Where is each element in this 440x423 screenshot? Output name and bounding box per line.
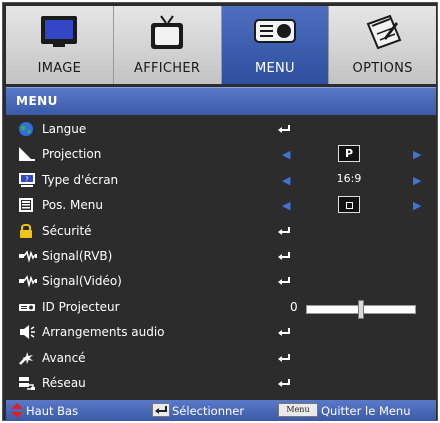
- arrow-right-icon[interactable]: ▶: [413, 174, 421, 187]
- projector-icon: [253, 14, 297, 52]
- up-down-arrows-icon: [11, 403, 23, 421]
- menu-item-label: Type d'écran: [42, 172, 119, 187]
- menu-item-label: Avancé: [42, 350, 86, 365]
- menu-item-label: Langue: [42, 122, 87, 136]
- menu-item-type-ecran[interactable]: ? Type d'écran ◀ 16:9 ▶: [6, 168, 436, 193]
- menu-item-label: Projection: [42, 147, 102, 162]
- menu-item-label: ID Projecteur: [42, 299, 120, 314]
- menu-item-avance[interactable]: Avancé: [6, 346, 436, 371]
- tab-label: MENU: [254, 61, 295, 76]
- menu-item-label: Signal(RVB): [42, 248, 113, 263]
- screen-type-icon: ?: [18, 172, 36, 188]
- menu-title-bar: MENU: [6, 87, 436, 115]
- tab-bar: IMAGE AFFICHER MENU OPTIONS: [6, 6, 436, 84]
- menu-item-pos-menu[interactable]: Pos. Menu ◀ ▶: [6, 193, 436, 218]
- tab-options[interactable]: OPTIONS: [329, 6, 436, 84]
- tab-label: AFFICHER: [134, 61, 201, 76]
- advanced-icon: [18, 350, 36, 366]
- arrow-left-icon[interactable]: ◀: [282, 174, 290, 187]
- menu-item-label: Pos. Menu: [42, 198, 103, 213]
- help-nav-text: Haut Bas: [26, 404, 79, 418]
- tab-menu[interactable]: MENU: [221, 6, 330, 84]
- globe-icon: [18, 121, 36, 137]
- svg-text:?: ?: [25, 175, 29, 183]
- menu-item-label: Réseau: [42, 375, 86, 390]
- help-exit-text: Quitter le Menu: [321, 404, 411, 418]
- projector-id-icon: [18, 299, 36, 315]
- enter-icon: [277, 327, 291, 341]
- help-bar: Haut Bas Sélectionner Menu Quitter le Me…: [6, 400, 436, 421]
- enter-icon: [277, 226, 291, 240]
- menu-item-label: Sécurité: [42, 223, 92, 238]
- arrow-right-icon[interactable]: ▶: [413, 199, 421, 212]
- tab-label: IMAGE: [37, 61, 82, 76]
- menu-item-arrangements-audio[interactable]: Arrangements audio: [6, 320, 436, 345]
- tab-image[interactable]: IMAGE: [6, 6, 114, 84]
- projector-id-value: 0: [290, 299, 298, 314]
- signal-icon: [18, 273, 37, 289]
- arrow-right-icon[interactable]: ▶: [413, 148, 421, 161]
- arrow-left-icon[interactable]: ◀: [282, 148, 290, 161]
- enter-icon: [277, 276, 291, 290]
- menu-item-projection[interactable]: Projection ◀ P ▶: [6, 142, 436, 167]
- help-select-text: Sélectionner: [172, 404, 245, 418]
- tab-afficher[interactable]: AFFICHER: [113, 6, 222, 84]
- menu-list: Langue Projection ◀ P ▶ ? Type d'écran ◀…: [6, 117, 436, 396]
- monitor-icon: [39, 14, 79, 54]
- signal-icon: [18, 248, 37, 264]
- osd-menu: IMAGE AFFICHER MENU OPTIONS MENU Langue …: [2, 2, 438, 421]
- screen-type-value: 16:9: [336, 171, 362, 185]
- menu-item-label: Arrangements audio: [42, 325, 165, 340]
- menu-key-icon: Menu: [278, 403, 318, 417]
- enter-icon: [277, 353, 291, 367]
- lock-icon: [18, 223, 36, 239]
- tv-icon: [147, 14, 187, 56]
- enter-icon: [277, 124, 291, 138]
- menu-item-id-projecteur[interactable]: ID Projecteur 0: [6, 295, 436, 320]
- enter-icon: [277, 251, 291, 265]
- tab-label: OPTIONS: [352, 61, 413, 76]
- menu-item-label: Signal(Vidéo): [42, 274, 122, 289]
- network-icon: [18, 375, 36, 391]
- menu-item-signal-video[interactable]: Signal(Vidéo): [6, 269, 436, 294]
- enter-icon: [277, 378, 291, 392]
- menu-position-value: [338, 196, 360, 214]
- arrow-left-icon[interactable]: ◀: [282, 199, 290, 212]
- projection-icon: [18, 146, 36, 162]
- projection-value: P: [338, 145, 360, 163]
- page-title: MENU: [16, 94, 58, 108]
- menu-item-securite[interactable]: Sécurité: [6, 219, 436, 244]
- menu-position-icon: [18, 197, 36, 213]
- menu-item-langue[interactable]: Langue: [6, 117, 436, 142]
- enter-key-icon: [152, 403, 170, 417]
- menu-item-reseau[interactable]: Réseau: [6, 371, 436, 396]
- menu-item-signal-rvb[interactable]: Signal(RVB): [6, 244, 436, 269]
- speaker-icon: [18, 324, 36, 340]
- notepad-icon: [362, 14, 404, 56]
- slider-thumb[interactable]: [358, 299, 364, 319]
